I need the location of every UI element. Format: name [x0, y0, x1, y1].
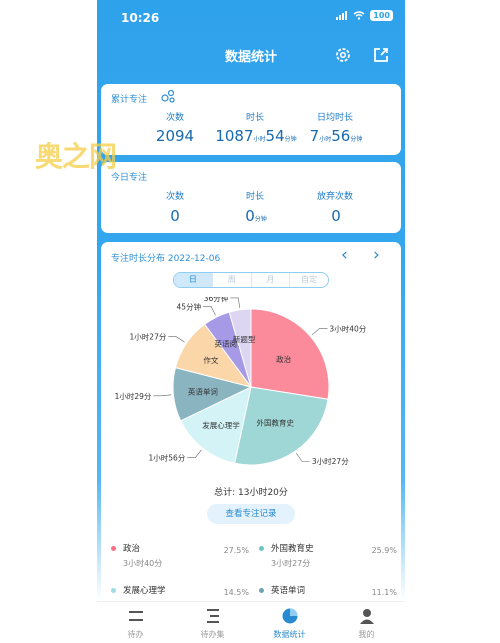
pie-slice-duration: 1小时56分	[148, 453, 185, 463]
tab-todo[interactable]: 待办	[97, 602, 174, 643]
segment-day[interactable]: 日	[174, 273, 213, 287]
today-title: 今日专注	[111, 173, 148, 183]
pie-slice-name: 政治	[276, 354, 291, 364]
pie-slice-name: 新题型	[233, 334, 256, 344]
cumulative-count-value: 2094	[155, 127, 195, 145]
pie-leader-line	[295, 452, 310, 462]
statistics-pie-icon	[282, 608, 297, 624]
segment-custom[interactable]: 自定	[290, 273, 328, 287]
pie-slice-name: 英语单词	[188, 387, 218, 397]
today-count-label: 次数	[165, 192, 184, 202]
profile-icon	[359, 609, 374, 624]
today-count-value: 0	[170, 207, 180, 225]
pie-slice-duration: 45分钟	[177, 301, 202, 311]
todo-collection-icon	[206, 609, 219, 623]
bubbles-icon	[161, 89, 175, 103]
today-focus-card: 今日专注 次数 时长 放弃次数 0 0分钟 0	[101, 162, 401, 233]
segment-week[interactable]: 周	[213, 273, 252, 287]
pie-slice-name: 作文	[203, 355, 218, 365]
focus-pie-chart: 政治 3小时40分外国教育史 3小时27分 发展心理学 1小时56分 英语单词 1小时29分…	[115, 297, 367, 466]
cumulative-avg-label: 日均时长	[316, 113, 353, 123]
page-header: 数据统计	[97, 40, 405, 70]
pie-slice-duration: 1小时27分	[130, 332, 167, 342]
status-bar: 10:26 100	[97, 8, 405, 28]
cumulative-duration-value: 1087小时54分钟	[215, 127, 297, 145]
share-export-icon[interactable]	[371, 45, 391, 65]
status-time: 10:26	[121, 11, 160, 25]
tab-todo-collection[interactable]: 待办集	[174, 602, 251, 643]
settings-gear-icon[interactable]	[333, 45, 353, 65]
cumulative-count-label: 次数	[165, 113, 184, 123]
watermark-logo: 奥之网	[35, 140, 117, 173]
prev-date-button[interactable]: ‹	[341, 245, 348, 265]
status-icons: 100	[336, 10, 393, 21]
cumulative-duration-label: 时长	[245, 113, 264, 123]
view-records-button[interactable]: 查看专注记录	[207, 504, 295, 524]
cumulative-focus-card: 累计专注 次数 时长 日均时长 2094 1087小时54分钟 7小时56分钟	[101, 84, 401, 155]
cumulative-title: 累计专注	[111, 95, 148, 105]
signal-icon	[336, 11, 348, 20]
pie-slice-name: 外国教育史	[257, 417, 295, 427]
phone-screen: 10:26 100 数据统计 累计专注 次数 时长 日均时长 2094 1087…	[97, 0, 405, 643]
todo-list-icon	[128, 611, 143, 621]
pie-leader-line	[230, 297, 241, 308]
total-duration: 总计: 13小时20分	[214, 488, 288, 498]
wifi-icon	[353, 11, 365, 20]
page-title: 数据统计	[224, 50, 277, 65]
battery-icon: 100	[370, 10, 393, 21]
legend-row-foreign-edu-history[interactable]: 外国教育史 3小时27分 25.9%	[259, 542, 399, 572]
pie-slice-duration: 3小时27分	[312, 456, 349, 466]
legend-dot	[259, 546, 264, 551]
today-abandon-value: 0	[331, 207, 341, 225]
pie-slice-duration: 36分钟	[204, 297, 229, 303]
next-date-button[interactable]: ›	[373, 245, 380, 265]
cumulative-avg-value: 7小时56分钟	[309, 127, 363, 145]
legend-dot	[259, 588, 264, 593]
pie-slice-duration: 1小时29分	[115, 391, 152, 401]
legend-row-politics[interactable]: 政治 3小时40分 27.5%	[111, 542, 251, 572]
pie-leader-line	[311, 328, 328, 336]
today-abandon-label: 放弃次数	[316, 192, 353, 202]
pie-leader-line	[168, 336, 185, 343]
distribution-card: 专注时长分布 2022-12-06 ‹ › 日 周 月 自定 政治 3小时40分外…	[101, 242, 401, 642]
distribution-title: 专注时长分布 2022-12-06	[111, 254, 221, 264]
pie-leader-line	[203, 306, 216, 316]
bottom-tab-bar: 待办 待办集 数据统计 我的	[97, 601, 405, 643]
pie-slice[interactable]	[250, 308, 330, 400]
tab-profile[interactable]: 我的	[328, 602, 405, 643]
legend-dot	[111, 546, 116, 551]
today-duration-value: 0分钟	[245, 207, 267, 225]
segment-month[interactable]: 月	[252, 273, 291, 287]
period-segmented-control: 日 周 月 自定	[173, 272, 329, 288]
pie-slice-duration: 3小时40分	[329, 324, 366, 334]
tab-statistics[interactable]: 数据统计	[251, 602, 328, 643]
today-duration-label: 时长	[245, 192, 264, 202]
pie-slice-name: 发展心理学	[202, 420, 240, 430]
pie-leader-line	[187, 449, 202, 458]
pie-leader-line	[153, 394, 172, 397]
legend-dot	[111, 588, 116, 593]
